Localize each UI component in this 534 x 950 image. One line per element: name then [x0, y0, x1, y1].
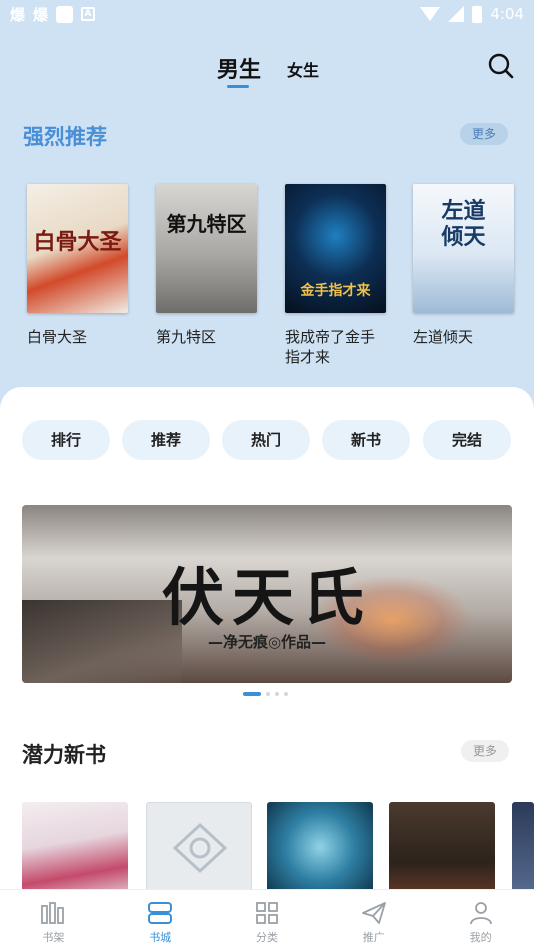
tab-male[interactable]: 男生 [217, 52, 261, 84]
nav-label: 书城 [149, 931, 172, 944]
nav-bookstore[interactable]: 书城 [107, 890, 214, 950]
bookstore-icon [148, 902, 173, 924]
notification-glyph: 爆 [10, 5, 26, 24]
recommend-book[interactable]: 左道倾天 左道倾天 [413, 184, 514, 347]
cover-title: 左道倾天 [441, 198, 486, 250]
notification-glyph: 爆 [33, 5, 49, 24]
pagination-dot[interactable] [266, 692, 270, 696]
new-book-cover[interactable] [389, 802, 495, 902]
cover-title: 第九特区 [166, 212, 247, 236]
nav-category[interactable]: 分类 [214, 890, 321, 950]
recommend-section-title: 强烈推荐 [23, 125, 107, 149]
new-book-cover[interactable] [512, 802, 534, 902]
banner-title: 伏天氏 [161, 561, 372, 634]
pagination-dot-active[interactable] [243, 692, 261, 696]
book-cover: 左道倾天 [413, 184, 514, 313]
eye-emblem-icon [172, 822, 228, 874]
nav-label: 分类 [255, 931, 278, 944]
cover-title: 金手指才来 [300, 283, 371, 299]
profile-icon [469, 902, 492, 925]
a-icon: A [81, 7, 96, 21]
status-left: 爆 爆 A [10, 4, 96, 25]
nav-label: 我的 [469, 931, 492, 944]
banner-subtitle: —净无痕◎作品— [207, 633, 327, 651]
recommend-more-button[interactable]: 更多 [460, 123, 509, 145]
category-new-button[interactable]: 新书 [322, 420, 410, 460]
clock: 4:04 [490, 5, 524, 23]
nav-profile[interactable]: 我的 [427, 890, 534, 950]
new-book-cover[interactable] [146, 802, 252, 902]
banner-pagination [243, 692, 288, 696]
nav-bookshelf[interactable]: 书架 [0, 890, 107, 950]
status-right: 4:04 [420, 5, 524, 23]
top-tabs: 男生 女生 [0, 52, 534, 92]
battery-icon [472, 5, 483, 23]
category-finished-button[interactable]: 完结 [423, 420, 511, 460]
new-book-cover[interactable] [22, 802, 128, 902]
book-cover: 金手指才来 [285, 184, 386, 313]
search-icon[interactable] [487, 52, 515, 80]
book-title: 白骨大圣 [27, 328, 88, 346]
recommend-book[interactable]: 第九特区 第九特区 [156, 184, 257, 347]
recommend-book[interactable]: 白骨大圣 白骨大圣 [27, 184, 128, 347]
nav-label: 书架 [42, 931, 65, 944]
book-title: 我成帝了金手指才来 [285, 328, 376, 366]
book-title: 第九特区 [156, 328, 217, 346]
tab-female[interactable]: 女生 [287, 57, 319, 81]
nav-label: 推广 [362, 931, 385, 944]
promo-banner[interactable]: 伏天氏 —净无痕◎作品— [22, 505, 512, 683]
pagination-dot[interactable] [284, 692, 288, 696]
category-hot-button[interactable]: 热门 [222, 420, 310, 460]
category-rank-button[interactable]: 排行 [22, 420, 110, 460]
new-books-section-title: 潜力新书 [22, 743, 106, 767]
notification-square-icon [56, 5, 74, 23]
book-title: 左道倾天 [413, 328, 474, 346]
signal-icon [448, 6, 465, 22]
content-panel: 排行 推荐 热门 新书 完结 伏天氏 —净无痕◎作品— 潜力新书 更多 [0, 387, 534, 950]
status-bar: 爆 爆 A 4:04 [0, 0, 534, 28]
promote-icon [361, 902, 386, 924]
recommend-book[interactable]: 金手指才来 我成帝了金手指才来 [285, 184, 386, 367]
bottom-nav: 书架 书城 分类 推广 我的 [0, 889, 534, 950]
wifi-icon [420, 7, 441, 21]
bookshelf-icon [41, 902, 65, 924]
book-cover: 白骨大圣 [27, 184, 128, 313]
category-recommend-button[interactable]: 推荐 [122, 420, 210, 460]
book-cover: 第九特区 [156, 184, 257, 313]
new-books-more-button[interactable]: 更多 [461, 740, 510, 762]
new-book-cover[interactable] [267, 802, 373, 902]
nav-promote[interactable]: 推广 [320, 890, 427, 950]
category-icon [256, 902, 278, 924]
cover-title: 白骨大圣 [33, 229, 122, 255]
pagination-dot[interactable] [275, 692, 279, 696]
active-tab-indicator [227, 85, 249, 88]
